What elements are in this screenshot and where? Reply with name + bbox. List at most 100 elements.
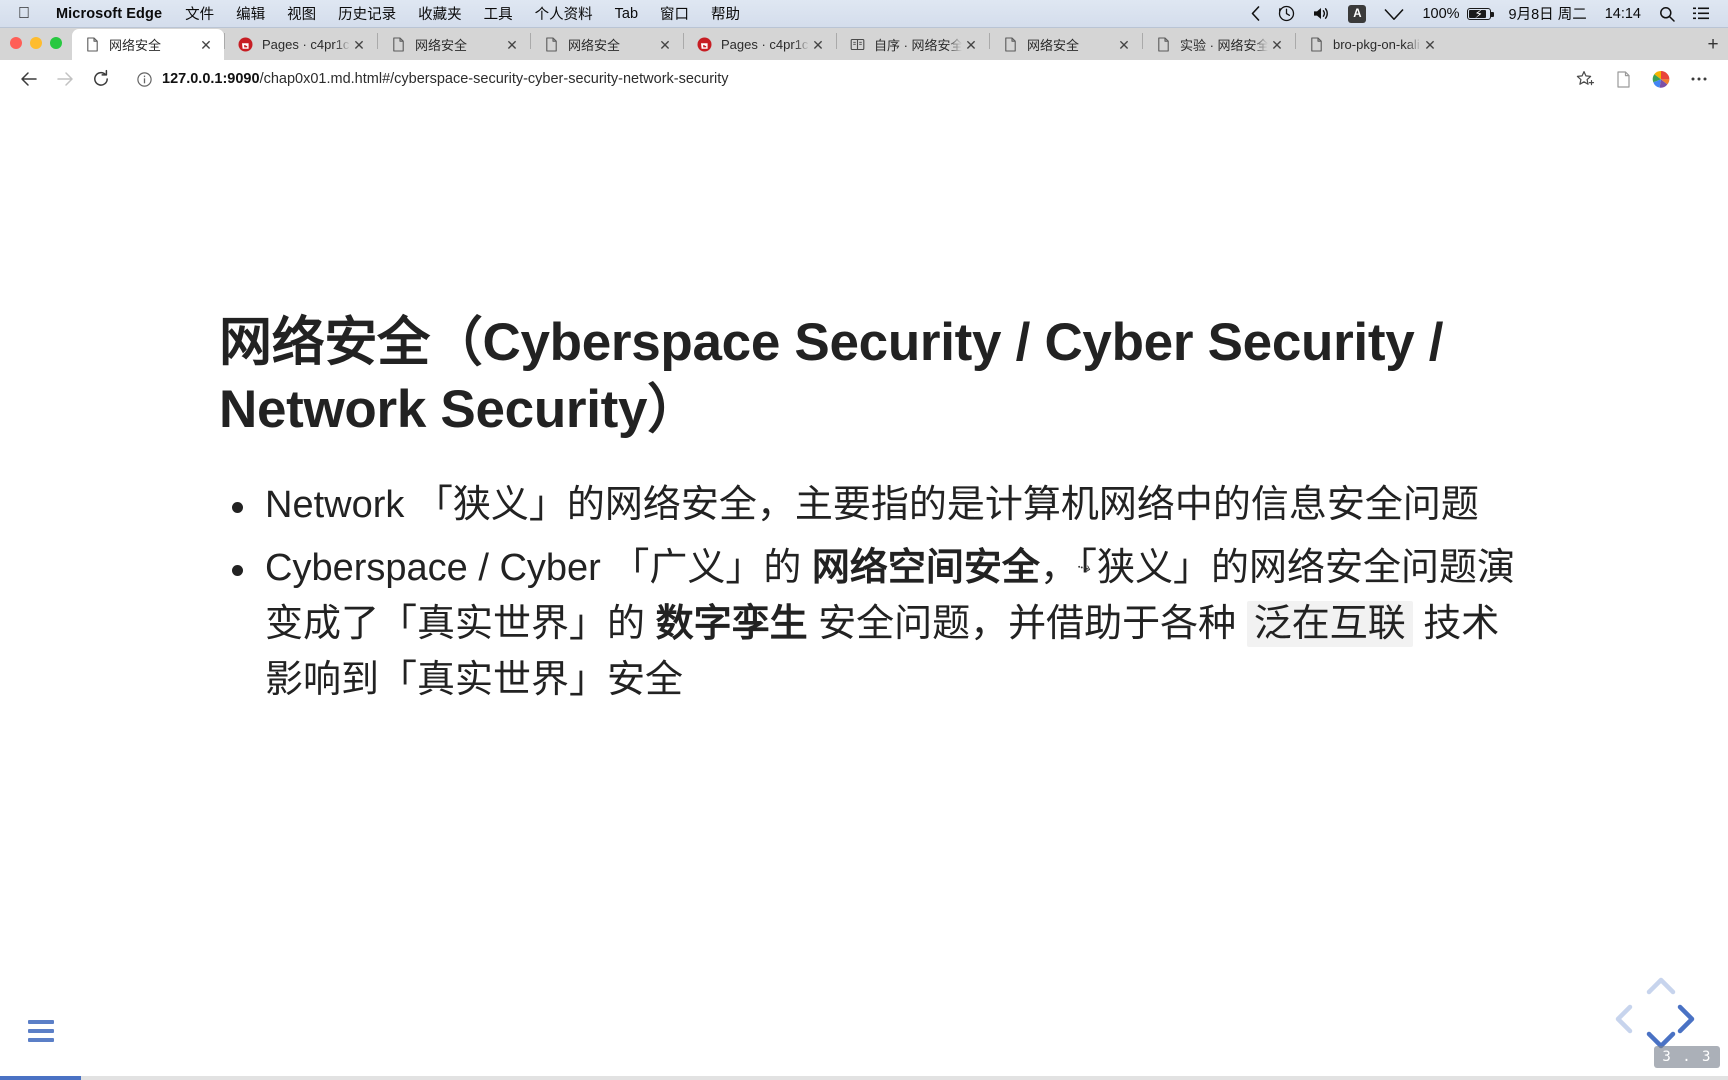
- gitee-icon: [696, 37, 712, 53]
- page-icon: [390, 37, 406, 53]
- browser-tab[interactable]: Pages · c4pr1c3/cuc✕: [225, 29, 377, 60]
- macos-menu-bar:  Microsoft Edge 文件 编辑 视图 历史记录 收藏夹 工具 个人…: [0, 0, 1728, 28]
- tab-title: 网络安全: [109, 38, 162, 53]
- chevron-right-icon[interactable]: [1676, 1004, 1696, 1034]
- apple-logo-icon[interactable]: : [10, 5, 44, 22]
- wifi-icon[interactable]: [1375, 6, 1413, 21]
- chevron-left-icon[interactable]: [1614, 1004, 1634, 1034]
- bullet-text: Cyberspace / Cyber 「广义」的: [265, 547, 812, 590]
- slide-progress-fill: [0, 1076, 82, 1080]
- tab-close-button[interactable]: ✕: [1115, 36, 1133, 54]
- slide-content: 网络安全（Cyberspace Security / Cyber Securit…: [219, 310, 1519, 717]
- tab-title: 网络安全: [415, 38, 468, 53]
- address-bar[interactable]: 127.0.0.1:9090/chap0x01.md.html#/cybersp…: [126, 65, 1556, 93]
- chevron-left-icon[interactable]: [1242, 6, 1269, 21]
- page-icon: [1155, 37, 1171, 53]
- collections-icon[interactable]: [1606, 64, 1640, 94]
- browser-tab[interactable]: 网络安全 ✕: [531, 29, 683, 60]
- menu-item-profile[interactable]: 个人资料: [524, 3, 604, 24]
- browser-tab[interactable]: Pages · c4pr1c3/cuc✕: [684, 29, 836, 60]
- volume-icon[interactable]: [1304, 6, 1339, 21]
- toolbar-right-actions: [1568, 64, 1716, 94]
- menu-app-name[interactable]: Microsoft Edge: [44, 6, 174, 22]
- menu-item-help[interactable]: 帮助: [700, 3, 751, 24]
- slide-progress-bar[interactable]: [0, 1076, 1728, 1080]
- menu-item-history[interactable]: 历史记录: [327, 3, 407, 24]
- address-bar-url: 127.0.0.1:9090/chap0x01.md.html#/cybersp…: [162, 71, 729, 87]
- book-icon: [849, 37, 865, 53]
- input-source-label: A: [1348, 4, 1367, 23]
- tab-close-button[interactable]: ✕: [962, 36, 980, 54]
- emphasis-text: 数字孪生: [655, 603, 808, 646]
- tab-title: Pages · c4pr1c3/cuc: [262, 37, 350, 52]
- list-item: Cyberspace / Cyber 「广义」的 网络空间安全，「狭义」的网络安…: [219, 541, 1519, 709]
- browser-toolbar: 127.0.0.1:9090/chap0x01.md.html#/cybersp…: [0, 60, 1728, 98]
- tab-close-button[interactable]: ✕: [656, 36, 674, 54]
- tab-close-button[interactable]: ✕: [350, 36, 368, 54]
- browser-tab[interactable]: 网络安全 ✕: [990, 29, 1142, 60]
- url-host: 127.0.0.1:9090: [162, 71, 260, 87]
- tab-close-button[interactable]: ✕: [503, 36, 521, 54]
- window-minimize-button[interactable]: [30, 37, 42, 49]
- page-icon: [84, 37, 100, 53]
- menu-item-file[interactable]: 文件: [174, 3, 225, 24]
- menu-item-tab[interactable]: Tab: [604, 6, 649, 22]
- gitee-icon: [237, 37, 253, 53]
- tab-title: Pages · c4pr1c3/cuc: [721, 37, 809, 52]
- new-tab-button[interactable]: +: [1698, 30, 1728, 60]
- window-zoom-button[interactable]: [50, 37, 62, 49]
- bullet-text: 安全问题，并借助于各种: [807, 603, 1247, 646]
- colorful-extension-icon[interactable]: [1644, 64, 1678, 94]
- control-center-icon[interactable]: [1684, 7, 1718, 20]
- more-options-icon[interactable]: [1682, 64, 1716, 94]
- menu-bar-date[interactable]: 9月8日 周二: [1500, 3, 1596, 24]
- tab-title: 自序 · 网络安全: [874, 38, 962, 53]
- input-source-indicator[interactable]: A: [1339, 4, 1375, 23]
- battery-percent-label: 100%: [1422, 5, 1460, 22]
- tab-strip: 网络安全✕Pages · c4pr1c3/cuc✕网络安全✕网络安全✕Pages…: [0, 28, 1728, 60]
- page-title: 网络安全（Cyberspace Security / Cyber Securit…: [219, 313, 1444, 439]
- arrow-back-icon[interactable]: [12, 64, 46, 94]
- menu-item-window[interactable]: 窗口: [649, 3, 700, 24]
- browser-tab[interactable]: bro-pkg-on-kali.png✕: [1296, 29, 1448, 60]
- slide-page-indicator: 3 . 3: [1654, 1046, 1720, 1068]
- bullet-list: Network 「狭义」的网络安全，主要指的是计算机网络中的信息安全问题 Cybe…: [219, 478, 1519, 709]
- browser-tab-active[interactable]: 网络安全 ✕: [72, 29, 224, 60]
- hamburger-menu-icon[interactable]: [28, 1020, 54, 1047]
- menu-bar-status-area: A 100% ⚡ 9月8日 周二 14:14: [1242, 3, 1718, 24]
- tab-title: 网络安全: [568, 38, 621, 53]
- menu-item-tools[interactable]: 工具: [473, 3, 524, 24]
- page-icon: [543, 37, 559, 53]
- tab-close-button[interactable]: ✕: [809, 36, 827, 54]
- tab-close-button[interactable]: ✕: [197, 36, 215, 54]
- tab-close-button[interactable]: ✕: [1268, 36, 1286, 54]
- browser-tab[interactable]: 实验 · 网络安全 ✕: [1143, 29, 1295, 60]
- menu-item-view[interactable]: 视图: [276, 3, 327, 24]
- browser-tab[interactable]: 自序 · 网络安全 ✕: [837, 29, 989, 60]
- battery-charging-icon: ⚡: [1466, 7, 1494, 21]
- list-item: Network 「狭义」的网络安全，主要指的是计算机网络中的信息安全问题: [219, 478, 1519, 534]
- menu-item-favorites[interactable]: 收藏夹: [407, 3, 473, 24]
- window-close-button[interactable]: [10, 37, 22, 49]
- tab-close-button[interactable]: ✕: [1421, 36, 1439, 54]
- window-controls: [10, 37, 62, 49]
- chevron-up-icon[interactable]: [1646, 976, 1676, 996]
- reload-icon[interactable]: [84, 64, 118, 94]
- tab-title: 网络安全: [1027, 38, 1080, 53]
- site-info-icon[interactable]: [134, 69, 154, 89]
- bullet-text: Network 「狭义」的网络安全，主要指的是计算机网络中的信息安全问题: [265, 483, 1479, 526]
- tabs-container: 网络安全✕Pages · c4pr1c3/cuc✕网络安全✕网络安全✕Pages…: [72, 29, 1698, 60]
- browser-tab[interactable]: 网络安全 ✕: [378, 29, 530, 60]
- menu-bar-time[interactable]: 14:14: [1596, 6, 1650, 22]
- spotlight-search-icon[interactable]: [1650, 6, 1684, 22]
- tab-title: 实验 · 网络安全: [1180, 38, 1268, 53]
- battery-status[interactable]: 100% ⚡: [1413, 6, 1499, 22]
- page-viewport: 网络安全（Cyberspace Security / Cyber Securit…: [0, 98, 1728, 1080]
- clock-history-icon[interactable]: [1269, 5, 1304, 22]
- arrow-forward-icon: [48, 64, 82, 94]
- browser-chrome: 网络安全✕Pages · c4pr1c3/cuc✕网络安全✕网络安全✕Pages…: [0, 28, 1728, 1080]
- menu-item-edit[interactable]: 编辑: [225, 3, 276, 24]
- url-path: /chap0x01.md.html#/cyberspace-security-c…: [259, 71, 729, 87]
- star-add-icon[interactable]: [1568, 64, 1602, 94]
- emphasis-text: 网络空间安全: [811, 547, 1040, 590]
